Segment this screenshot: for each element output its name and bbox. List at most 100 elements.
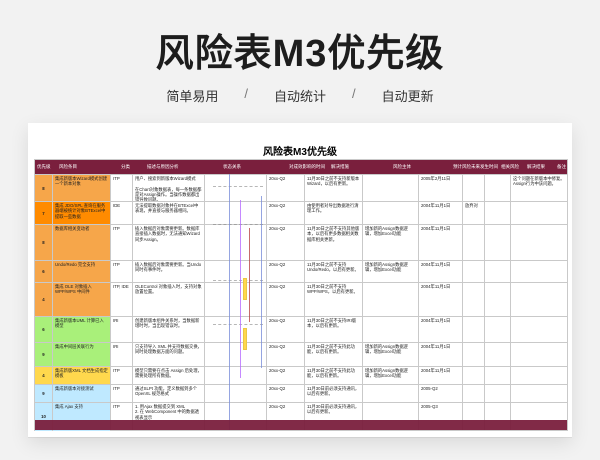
col-note: 备注 bbox=[557, 164, 566, 169]
status-dash bbox=[213, 280, 263, 281]
risk-item: 集成新版本UML 计算已入模型 bbox=[53, 317, 111, 343]
eta-cell: 2004年11月1日 bbox=[419, 261, 463, 283]
status-cell bbox=[205, 317, 267, 343]
canvas: 风险表M3优先级 简单易用 / 自动统计 / 自动更新 风险表M3优先级 优先级… bbox=[0, 0, 600, 460]
time-cell: 20xx-Q2 bbox=[267, 317, 305, 343]
risk-item: 集成 JDO/SPL 查询在服务器端被统计对象BTExcel中提取一些数据 bbox=[53, 202, 111, 225]
note-cell bbox=[511, 283, 567, 317]
priority-cell: 6 bbox=[35, 261, 53, 283]
table-footer bbox=[35, 420, 567, 430]
note-cell bbox=[511, 202, 567, 225]
status-dash bbox=[213, 224, 263, 225]
owner-cell bbox=[363, 175, 419, 202]
status-dash bbox=[213, 186, 263, 187]
eta-cell: 2004年11月1日 bbox=[419, 283, 463, 317]
note-cell bbox=[511, 385, 567, 403]
risk-item: 集成中间层关联行为 bbox=[53, 343, 111, 367]
tagline-3: 自动更新 bbox=[381, 89, 434, 104]
col-desc: 描述与原因分析 bbox=[147, 164, 179, 169]
eta-cell: 2004年11月1日 bbox=[419, 202, 463, 225]
col-measure: 解决措施 bbox=[331, 164, 349, 169]
related-cell bbox=[463, 343, 485, 367]
desc-cell: 插入数据后对象需要更新。数据库直接插入数据时，无法通知Wizard同步Assig… bbox=[133, 225, 205, 261]
status-cell bbox=[205, 225, 267, 261]
owner-cell bbox=[363, 283, 419, 317]
result-cell bbox=[485, 283, 511, 317]
eta-cell: 2005-Q2 bbox=[419, 385, 463, 403]
type-cell: ITP, IDE bbox=[111, 283, 133, 317]
col-related: 相关风险 bbox=[501, 164, 519, 169]
priority-cell: 8 bbox=[35, 175, 53, 202]
eta-cell: 2004年11月1日 bbox=[419, 317, 463, 343]
note-cell bbox=[511, 367, 567, 385]
eta-cell: 2004年11月1日 bbox=[419, 367, 463, 385]
risk-item: 集成新版XML 文档生成指定模板 bbox=[53, 367, 111, 385]
status-dash bbox=[213, 324, 263, 325]
status-cell bbox=[205, 367, 267, 385]
type-cell: IRI bbox=[111, 343, 133, 367]
desc-cell: 模型只需要在点击 Assign 后处理，需要处理所有数据。 bbox=[133, 367, 205, 385]
col-type: 分类 bbox=[121, 164, 130, 169]
type-cell: IRI bbox=[111, 317, 133, 343]
result-cell bbox=[485, 367, 511, 385]
tagline-1: 简单易用 bbox=[166, 89, 219, 104]
spreadsheet-preview: 风险表M3优先级 优先级 风险条目 分类 描述与原因分析 状态关系 对成效影响的… bbox=[28, 123, 572, 437]
measure-cell: 11月30日之前不支持此功能，以后有更新。 bbox=[305, 367, 363, 385]
status-cell bbox=[205, 343, 267, 367]
result-cell bbox=[485, 343, 511, 367]
measure-cell: 11月30日之前不支持 WPP/WPS，以后有更新。 bbox=[305, 283, 363, 317]
result-cell bbox=[485, 385, 511, 403]
time-cell: 20xx-Q2 bbox=[267, 202, 305, 225]
status-line bbox=[249, 228, 250, 322]
eta-cell: 2004年11月1日 bbox=[419, 343, 463, 367]
table-header: 优先级 风险条目 分类 描述与原因分析 状态关系 对成效影响的时间 解决措施 风… bbox=[35, 160, 567, 174]
risk-item: 集成新版本Wizard模式创建一个新本对象 bbox=[53, 175, 111, 202]
table-row: 6 集成新版本UML 计算已入模型 IRI 创建新版本组件关系时，当数据新增时时… bbox=[35, 316, 567, 343]
eta-cell: 2004年11月1日 bbox=[419, 225, 463, 261]
priority-cell: 4 bbox=[35, 283, 53, 317]
measure-cell: 11月30日之前不支持其他版本，以后有更多数据相关数据库相关更新。 bbox=[305, 225, 363, 261]
risk-item: Undo/Redo 完全支持 bbox=[53, 261, 111, 283]
col-owner: 风险主体 bbox=[393, 164, 411, 169]
owner-cell: 增加新的Assign数据逻辑，增加Excel功能 bbox=[363, 367, 419, 385]
desc-cell: 通过SLPt 功能，定义数据到多个 OpenXL 规范格式 bbox=[133, 385, 205, 403]
result-cell bbox=[485, 317, 511, 343]
time-cell: 20xx-Q2 bbox=[267, 175, 305, 202]
priority-cell: 9 bbox=[35, 385, 53, 403]
desc-cell: 创建新版本组件关系时，当数据新增时时，当出现错误时。 bbox=[133, 317, 205, 343]
col-time: 对成效影响的时间 bbox=[289, 164, 325, 169]
table-row: 8 集成新版本Wizard模式创建一个新本对象 ITP 用户、搜索到新版本Wiz… bbox=[35, 174, 567, 202]
col-eta: 预计风险未来发生时间 bbox=[453, 164, 498, 169]
type-cell: ITP bbox=[111, 175, 133, 202]
page-title: 风险表M3优先级 bbox=[155, 33, 445, 75]
priority-cell: 9 bbox=[35, 343, 53, 367]
type-cell: ITP bbox=[111, 225, 133, 261]
status-cell bbox=[205, 283, 267, 317]
table-row: 8 数据库相关变动者 ITP 插入数据后对象需要更新。数据库直接插入数据时，无法… bbox=[35, 224, 567, 261]
col-priority: 优先级 bbox=[37, 164, 51, 169]
status-line bbox=[240, 200, 241, 378]
desc-cell: OLEControl 对象插入时，支持对象放置位置。 bbox=[133, 283, 205, 317]
time-cell: 20xx-Q2 bbox=[267, 283, 305, 317]
type-cell: ITP bbox=[111, 367, 133, 385]
note-cell bbox=[511, 317, 567, 343]
measure-cell: 11月30日之前不支持IRI版本，以后有更新。 bbox=[305, 317, 363, 343]
owner-cell: 增加新的Assign数据逻辑，增加Excel功能 bbox=[363, 343, 419, 367]
measure-cell: 11月30日之前不支持新版本Wizard，以后有更新。 bbox=[305, 175, 363, 202]
result-cell bbox=[485, 225, 511, 261]
col-item: 风险条目 bbox=[59, 164, 77, 169]
related-cell bbox=[463, 385, 485, 403]
status-cell bbox=[205, 385, 267, 403]
measure-cell: 由使用者对导出数据进行清理工作。 bbox=[305, 202, 363, 225]
risk-item: 集成新版本对接测试 bbox=[53, 385, 111, 403]
time-cell: 20xx-Q2 bbox=[267, 367, 305, 385]
measure-cell: 11月30日之前不支持Undo/Redo，以后有更新。 bbox=[305, 261, 363, 283]
related-cell bbox=[463, 283, 485, 317]
result-cell bbox=[485, 261, 511, 283]
tagline: 简单易用 / 自动统计 / 自动更新 bbox=[0, 86, 600, 105]
sheet-title: 风险表M3优先级 bbox=[263, 147, 337, 158]
note-cell bbox=[511, 343, 567, 367]
owner-cell: 增加新的Assign数据逻辑，增加Excel功能 bbox=[363, 261, 419, 283]
result-cell bbox=[485, 175, 511, 202]
owner-cell bbox=[363, 385, 419, 403]
